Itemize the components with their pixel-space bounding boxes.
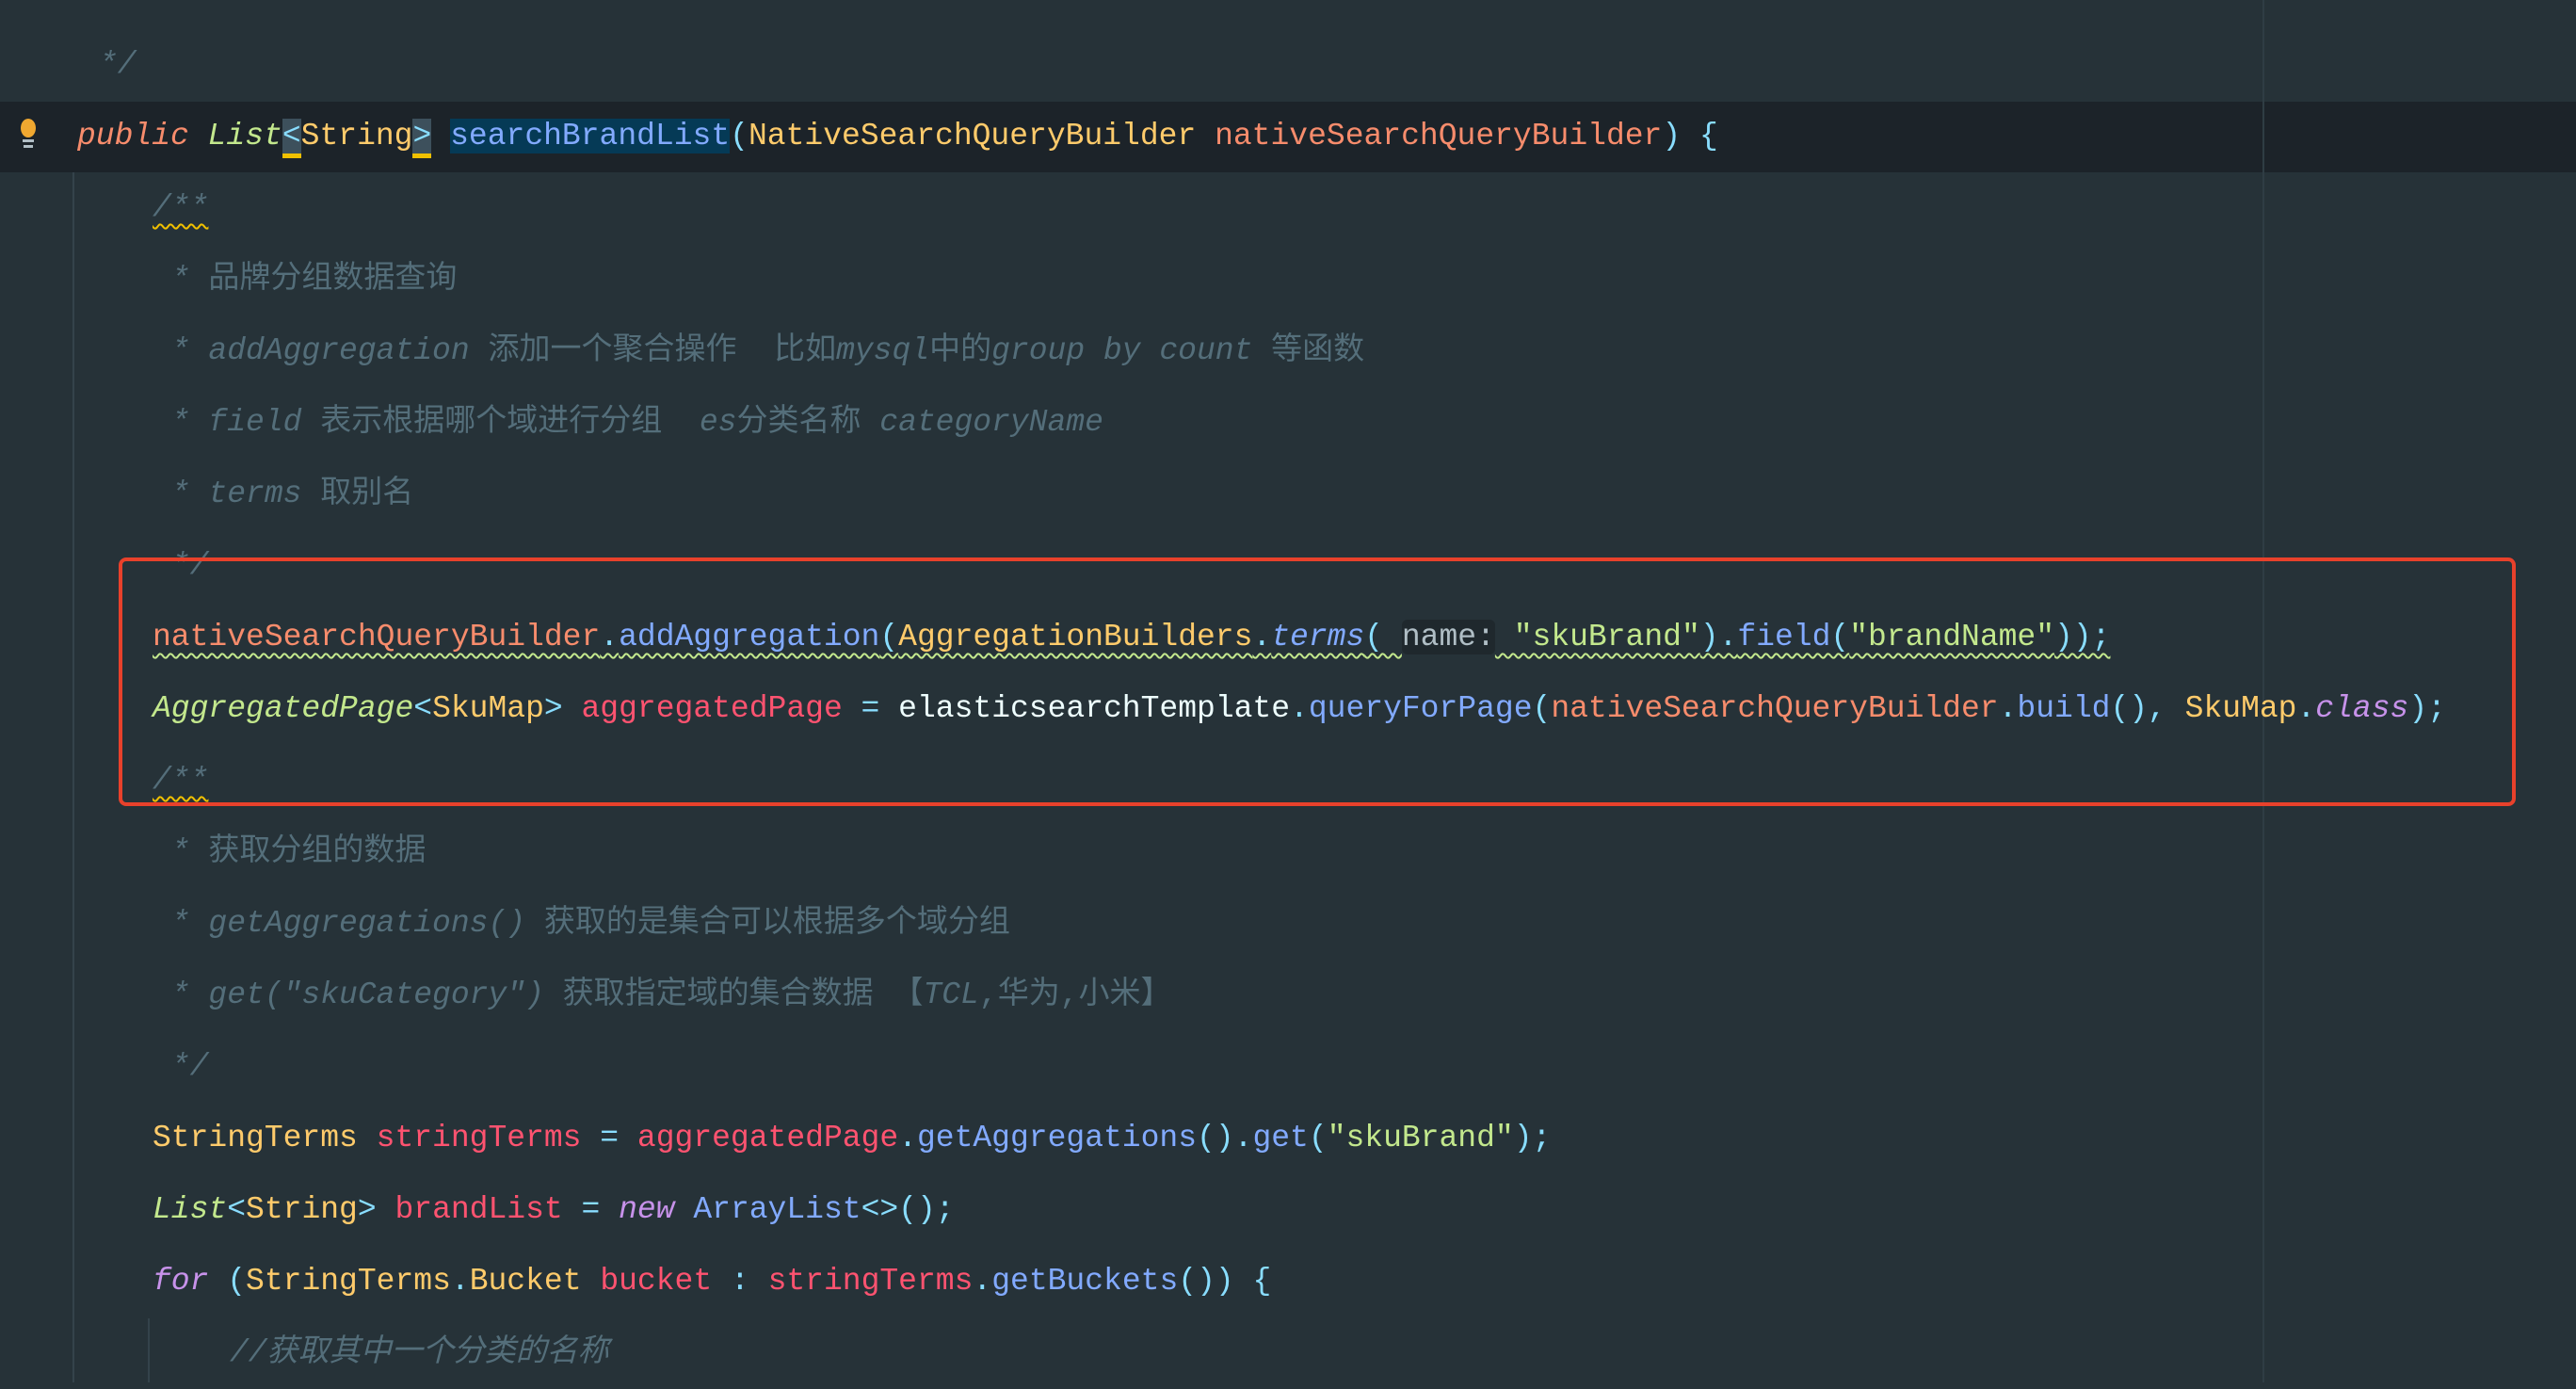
code-token: */ — [99, 47, 137, 82]
code-token: brandList — [394, 1192, 563, 1227]
code-token: * get("skuCategory") — [153, 977, 563, 1012]
highlight-annotation-box — [119, 557, 2516, 806]
code-token: 获取分组的数据 — [208, 834, 427, 869]
code-token: categoryName — [879, 405, 1103, 440]
code-token: public — [77, 119, 208, 153]
code-token: ( — [730, 119, 749, 153]
code-token: 获取指定域的集合数据 【 — [562, 977, 924, 1012]
code-token: */ — [153, 1049, 209, 1084]
code-token: String — [246, 1192, 358, 1227]
code-token: ) { — [1662, 119, 1718, 153]
code-token: ( — [227, 1264, 247, 1299]
code-line[interactable]: for (StringTerms.Bucket bucket : stringT… — [0, 1246, 2576, 1317]
code-token: String — [300, 119, 413, 153]
code-line[interactable]: List<String> brandList = new ArrayList<>… — [0, 1174, 2576, 1246]
code-token: StringTerms — [246, 1264, 451, 1299]
code-token: "skuBrand" — [1327, 1121, 1514, 1155]
code-token: searchBrandList — [450, 119, 731, 153]
code-token: /** — [153, 190, 209, 225]
code-token: stringTerms — [767, 1264, 974, 1299]
code-token: for — [153, 1264, 228, 1299]
code-token: < — [227, 1192, 247, 1227]
code-token: * terms — [153, 476, 321, 511]
code-token: < — [282, 119, 301, 158]
code-token: getBuckets — [991, 1264, 1179, 1299]
code-line[interactable]: * addAggregation 添加一个聚合操作 比如mysql中的group… — [0, 315, 2576, 387]
code-line[interactable]: */ — [0, 1031, 2576, 1103]
code-token: 添加一个聚合操作 比如 — [488, 333, 837, 368]
code-token: . — [450, 1264, 470, 1299]
code-token: * addAggregation — [153, 333, 489, 368]
code-token: = — [581, 1121, 637, 1155]
code-token: TCL — [923, 977, 979, 1012]
code-token: . — [898, 1121, 917, 1155]
code-token: getAggregations — [916, 1121, 1198, 1155]
code-token: get — [1252, 1121, 1309, 1155]
code-token: mysql — [836, 333, 930, 368]
code-token: <>(); — [861, 1192, 955, 1227]
code-token: 表示根据哪个域进行分组 — [320, 405, 700, 440]
code-token: aggregatedPage — [636, 1121, 899, 1155]
code-token: 等函数 — [1271, 333, 1365, 368]
code-line[interactable]: * field 表示根据哪个域进行分组 es分类名称 categoryName — [0, 387, 2576, 459]
code-token: : — [712, 1264, 768, 1299]
code-token: * getAggregations() — [153, 906, 544, 941]
code-token: * — [153, 834, 209, 869]
code-token: List — [207, 119, 282, 153]
code-line[interactable]: * terms 取别名 — [0, 459, 2576, 530]
code-token: NativeSearchQueryBuilder — [748, 119, 1216, 153]
code-line[interactable]: StringTerms stringTerms = aggregatedPage… — [0, 1103, 2576, 1174]
code-token: ( — [1308, 1121, 1328, 1155]
code-token: > — [357, 1192, 395, 1227]
code-token: //获取其中一个分类的名称 — [230, 1335, 609, 1370]
code-token: StringTerms — [153, 1121, 377, 1155]
code-line[interactable]: * 获取分组的数据 — [0, 816, 2576, 888]
code-token: 品牌分组数据查询 — [208, 262, 458, 297]
code-token: ArrayList — [693, 1192, 861, 1227]
code-token: Bucket — [469, 1264, 601, 1299]
code-token: * — [153, 262, 209, 297]
code-token: bucket — [600, 1264, 713, 1299]
code-line[interactable]: * 品牌分组数据查询 — [0, 244, 2576, 315]
code-line[interactable]: /** — [0, 172, 2576, 244]
code-token: 分类名称 — [736, 405, 880, 440]
code-token: * field — [153, 405, 321, 440]
code-token: 中的 — [929, 333, 992, 368]
code-line[interactable]: */ — [0, 29, 2576, 101]
code-token: = — [562, 1192, 620, 1227]
code-token: nativeSearchQueryBuilder — [1215, 119, 1663, 153]
code-token: new — [619, 1192, 694, 1227]
code-token: stringTerms — [376, 1121, 582, 1155]
code-token: List — [153, 1192, 228, 1227]
code-token: ); — [1513, 1121, 1552, 1155]
code-token: ,华为,小米】 — [978, 977, 1172, 1012]
code-token: ()) { — [1178, 1264, 1272, 1299]
code-line[interactable]: public List<String> searchBrandList(Nati… — [0, 101, 2576, 172]
code-token: 取别名 — [320, 476, 414, 511]
code-token: 获取的是集合可以根据多个域分组 — [543, 906, 1010, 941]
code-line[interactable]: * get("skuCategory") 获取指定域的集合数据 【TCL,华为,… — [0, 960, 2576, 1031]
code-token: > — [412, 119, 432, 158]
code-token: group by count — [991, 333, 1272, 368]
code-token: es — [699, 405, 737, 440]
code-token: (). — [1197, 1121, 1253, 1155]
code-line[interactable]: //获取其中一个分类的名称 — [0, 1317, 2576, 1389]
code-line[interactable]: * getAggregations() 获取的是集合可以根据多个域分组 — [0, 888, 2576, 960]
code-token: . — [973, 1264, 992, 1299]
